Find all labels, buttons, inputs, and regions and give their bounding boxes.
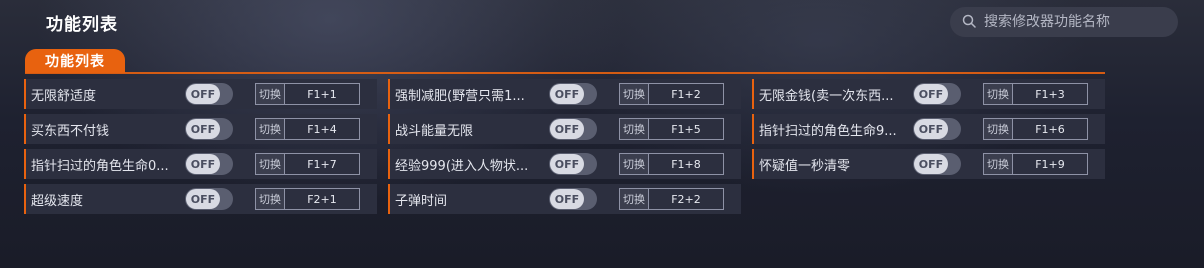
feature-label: 超级速度 xyxy=(31,193,84,209)
hotkey-value: F1+4 xyxy=(307,122,337,136)
hotkey-switch-label: 切换 xyxy=(256,119,285,139)
feature-toggle[interactable]: OFF xyxy=(549,188,597,210)
feature-toggle[interactable]: OFF xyxy=(185,153,233,175)
feature-item: 指针扫过的角色生命9... OFF 切换 F1+6 xyxy=(752,114,1105,144)
hotkey-value: F1+7 xyxy=(307,157,337,171)
feature-toggle[interactable]: OFF xyxy=(549,153,597,175)
feature-item: 超级速度 OFF 切换 F2+1 xyxy=(24,184,377,214)
toggle-state: OFF xyxy=(186,154,220,174)
hotkey-value: F1+1 xyxy=(307,87,337,101)
hotkey-binding[interactable]: 切换 F1+7 xyxy=(255,153,360,175)
feature-item: 怀疑值一秒清零 OFF 切换 F1+9 xyxy=(752,149,1105,179)
search-input[interactable] xyxy=(982,13,1176,31)
hotkey-switch-label: 切换 xyxy=(256,154,285,174)
feature-toggle[interactable]: OFF xyxy=(913,153,961,175)
feature-item: 无限舒适度 OFF 切换 F1+1 xyxy=(24,79,377,109)
hotkey-value: F1+5 xyxy=(671,122,701,136)
hotkey-binding[interactable]: 切换 F1+1 xyxy=(255,83,360,105)
feature-label: 战斗能量无限 xyxy=(395,123,474,139)
feature-label: 子弹时间 xyxy=(395,193,448,209)
feature-label: 强制减肥(野营只需1... xyxy=(395,88,525,104)
feature-item: 经验999(进入人物状... OFF 切换 F1+8 xyxy=(388,149,741,179)
hotkey-value: F2+1 xyxy=(307,192,337,206)
toggle-state: OFF xyxy=(914,119,948,139)
feature-item: 强制减肥(野营只需1... OFF 切换 F1+2 xyxy=(388,79,741,109)
feature-toggle[interactable]: OFF xyxy=(549,118,597,140)
hotkey-binding[interactable]: 切换 F1+4 xyxy=(255,118,360,140)
toggle-state: OFF xyxy=(914,154,948,174)
hotkey-binding[interactable]: 切换 F1+9 xyxy=(983,153,1088,175)
hotkey-binding[interactable]: 切换 F1+3 xyxy=(983,83,1088,105)
page-title: 功能列表 xyxy=(46,15,118,35)
feature-toggle[interactable]: OFF xyxy=(913,83,961,105)
toggle-state: OFF xyxy=(550,154,584,174)
toggle-state: OFF xyxy=(914,84,948,104)
feature-label: 指针扫过的角色生命0... xyxy=(31,158,169,174)
hotkey-switch-label: 切换 xyxy=(620,154,649,174)
hotkey-value: F2+2 xyxy=(671,192,701,206)
feature-toggle[interactable]: OFF xyxy=(185,83,233,105)
feature-item: 指针扫过的角色生命0... OFF 切换 F1+7 xyxy=(24,149,377,179)
feature-label: 无限金钱(卖一次东西... xyxy=(759,88,894,104)
feature-label: 经验999(进入人物状... xyxy=(395,158,529,174)
hotkey-binding[interactable]: 切换 F1+8 xyxy=(619,153,724,175)
feature-label: 无限舒适度 xyxy=(31,88,97,104)
hotkey-switch-label: 切换 xyxy=(984,84,1013,104)
feature-label: 怀疑值一秒清零 xyxy=(759,158,851,174)
feature-toggle[interactable]: OFF xyxy=(549,83,597,105)
hotkey-binding[interactable]: 切换 F1+5 xyxy=(619,118,724,140)
toggle-state: OFF xyxy=(186,84,220,104)
hotkey-value: F1+8 xyxy=(671,157,701,171)
hotkey-binding[interactable]: 切换 F2+1 xyxy=(255,188,360,210)
feature-toggle[interactable]: OFF xyxy=(913,118,961,140)
hotkey-binding[interactable]: 切换 F1+2 xyxy=(619,83,724,105)
hotkey-switch-label: 切换 xyxy=(620,189,649,209)
search-icon xyxy=(962,13,976,32)
toggle-state: OFF xyxy=(186,189,220,209)
feature-label: 指针扫过的角色生命9... xyxy=(759,123,897,139)
feature-toggle[interactable]: OFF xyxy=(185,118,233,140)
hotkey-switch-label: 切换 xyxy=(620,119,649,139)
hotkey-switch-label: 切换 xyxy=(620,84,649,104)
section-tab-feature-list[interactable]: 功能列表 xyxy=(25,49,125,73)
hotkey-value: F1+3 xyxy=(1035,87,1065,101)
hotkey-switch-label: 切换 xyxy=(984,119,1013,139)
hotkey-binding[interactable]: 切换 F1+6 xyxy=(983,118,1088,140)
feature-item: 子弹时间 OFF 切换 F2+2 xyxy=(388,184,741,214)
toggle-state: OFF xyxy=(550,84,584,104)
feature-toggle[interactable]: OFF xyxy=(185,188,233,210)
toggle-state: OFF xyxy=(550,119,584,139)
feature-label: 买东西不付钱 xyxy=(31,123,110,139)
hotkey-binding[interactable]: 切换 F2+2 xyxy=(619,188,724,210)
hotkey-switch-label: 切换 xyxy=(256,189,285,209)
toggle-state: OFF xyxy=(186,119,220,139)
feature-item: 无限金钱(卖一次东西... OFF 切换 F1+3 xyxy=(752,79,1105,109)
section-divider xyxy=(25,72,1105,74)
feature-item: 买东西不付钱 OFF 切换 F1+4 xyxy=(24,114,377,144)
hotkey-switch-label: 切换 xyxy=(256,84,285,104)
search-box[interactable] xyxy=(950,7,1178,37)
hotkey-value: F1+9 xyxy=(1035,157,1065,171)
feature-item: 战斗能量无限 OFF 切换 F1+5 xyxy=(388,114,741,144)
hotkey-value: F1+2 xyxy=(671,87,701,101)
toggle-state: OFF xyxy=(550,189,584,209)
hotkey-value: F1+6 xyxy=(1035,122,1065,136)
hotkey-switch-label: 切换 xyxy=(984,154,1013,174)
